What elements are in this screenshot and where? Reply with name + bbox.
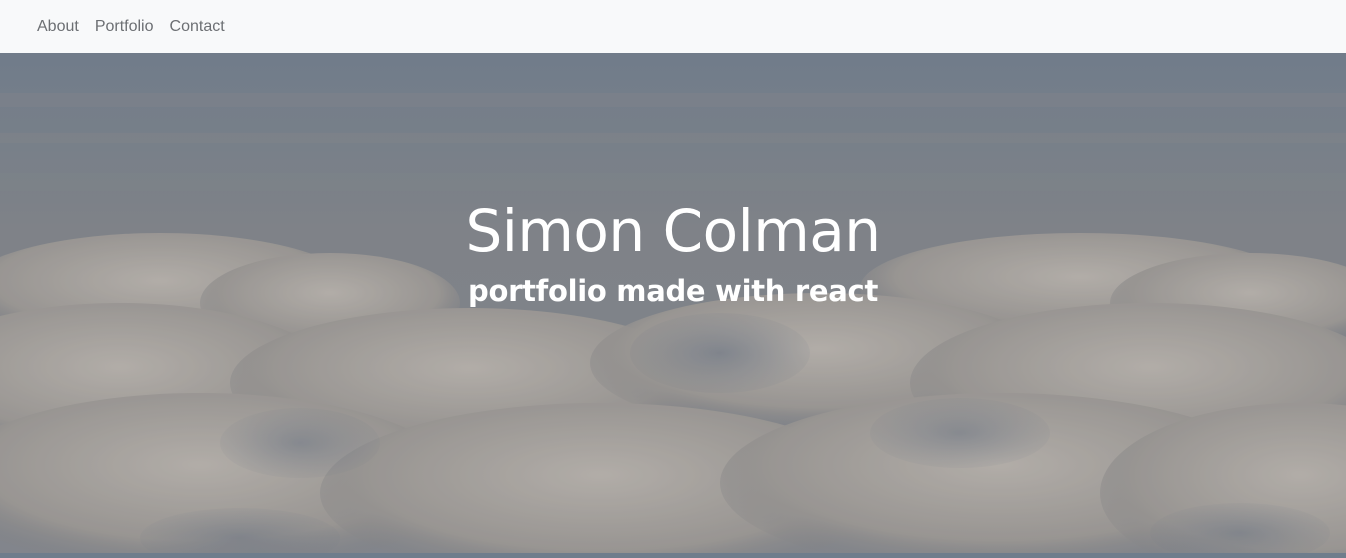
next-section-edge <box>0 553 1346 558</box>
hero-text-block: Simon Colman portfolio made with react <box>0 193 1346 313</box>
hero-subtitle: portfolio made with react <box>467 274 879 308</box>
nav-link-about[interactable]: About <box>29 0 87 53</box>
hero-section: Simon Colman portfolio made with react <box>0 53 1346 553</box>
nav-link-portfolio[interactable]: Portfolio <box>87 0 162 53</box>
hero-title: Simon Colman <box>465 197 881 265</box>
navbar: About Portfolio Contact <box>0 0 1346 53</box>
nav-link-contact[interactable]: Contact <box>162 0 233 53</box>
